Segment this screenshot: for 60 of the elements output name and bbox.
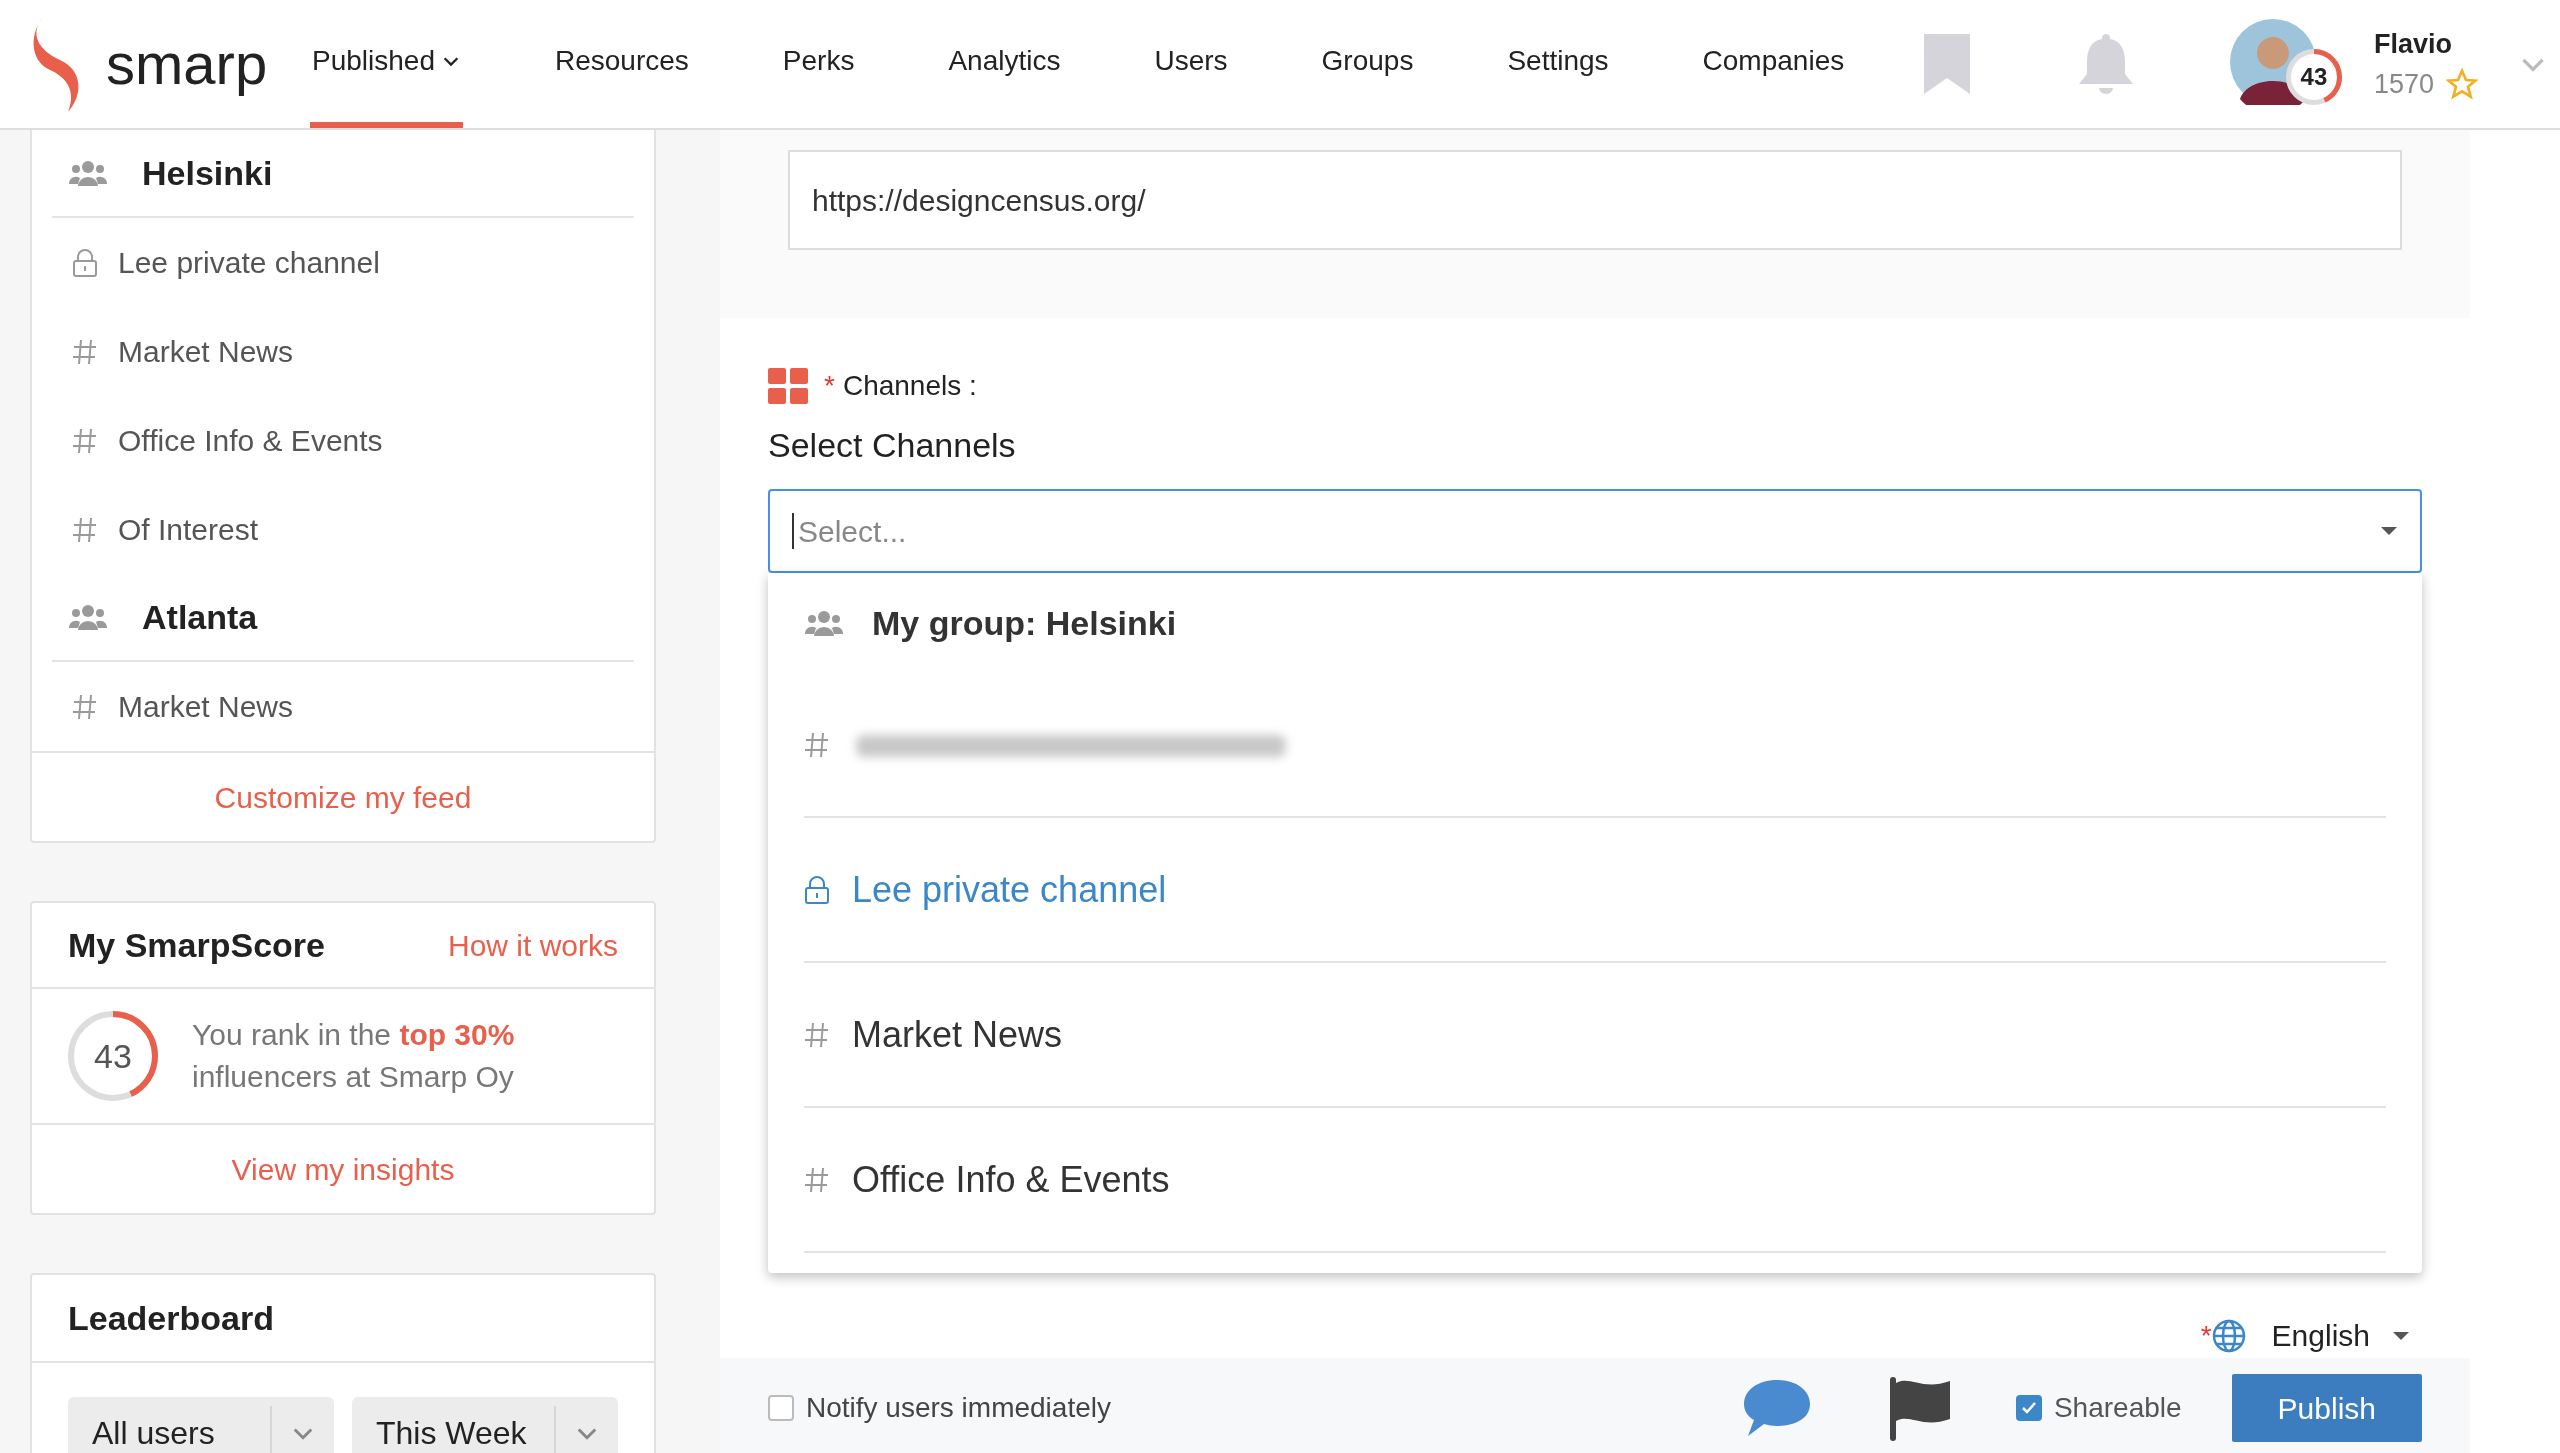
nav-tab[interactable]: Perks <box>780 0 857 128</box>
channel-select[interactable]: Select... <box>768 489 2422 573</box>
filter-dropdown[interactable]: This Week <box>352 1397 618 1453</box>
hash-icon <box>72 692 98 721</box>
user-points: 1570 <box>2373 68 2434 101</box>
speech-bubble-icon[interactable] <box>1741 1378 1812 1438</box>
channel-name[interactable]: Market News <box>118 329 294 374</box>
filter-dropdown[interactable]: All users <box>68 1397 334 1453</box>
checkbox-label: Shareable <box>2053 1391 2182 1425</box>
language-dropdown[interactable]: English <box>2271 1313 2410 1358</box>
channel-name[interactable]: Market News <box>118 684 294 729</box>
hash-icon <box>72 515 98 544</box>
globe-icon <box>2211 1318 2246 1353</box>
nav-tab[interactable]: Resources <box>553 0 691 128</box>
grid-icon <box>768 368 808 404</box>
channel-option[interactable]: Market News <box>852 1007 1063 1062</box>
flag-icon[interactable] <box>1887 1375 1952 1441</box>
score-ring <box>2285 49 2342 105</box>
select-label: Select Channels <box>768 425 1017 466</box>
lock-icon <box>804 874 830 905</box>
select-placeholder: Select... <box>798 513 908 550</box>
hash-icon <box>72 426 98 455</box>
caret-icon <box>2380 526 2398 536</box>
group-name[interactable]: Atlanta <box>142 591 258 643</box>
card-title: My SmarpScore <box>68 924 325 966</box>
user-name: Flavio <box>2373 27 2453 61</box>
hash-icon <box>804 1165 830 1194</box>
channel-name[interactable]: Of Interest <box>118 507 259 552</box>
hash-icon <box>804 1020 830 1049</box>
channel-name[interactable]: Office Info & Events <box>118 418 383 463</box>
option-group-label: My group: Helsinki <box>872 602 1177 644</box>
channel-name[interactable]: Lee private channel <box>118 240 380 285</box>
users-icon <box>68 604 108 630</box>
channel-option[interactable]: Lee private channel <box>852 862 1167 917</box>
channel-option[interactable]: Office Info & Events <box>852 1152 1170 1207</box>
caret-icon <box>2392 1330 2410 1341</box>
publish-button[interactable]: Publish <box>2231 1374 2422 1442</box>
nav-tab[interactable]: Analytics <box>946 0 1063 128</box>
hash-icon <box>72 337 98 366</box>
users-icon <box>68 160 108 186</box>
nav-tab[interactable]: Groups <box>1319 0 1416 128</box>
nav-tab[interactable]: Users <box>1152 0 1230 128</box>
notify-checkbox[interactable] <box>768 1395 794 1421</box>
required-mark: * <box>2200 1318 2212 1353</box>
url-field[interactable]: https://designcensus.org/ <box>788 150 2402 250</box>
nav-tab[interactable]: Companies <box>1700 0 1847 128</box>
nav-tab[interactable]: Settings <box>1505 0 1611 128</box>
group-name[interactable]: Helsinki <box>142 147 273 199</box>
users-icon <box>804 610 844 636</box>
field-label: Channels : <box>842 369 977 403</box>
card-title: Leaderboard <box>68 1297 274 1339</box>
lock-icon <box>72 247 98 278</box>
required-mark: * <box>824 369 835 403</box>
score-value: 43 <box>2300 65 2328 89</box>
shareable-checkbox[interactable] <box>2015 1395 2042 1421</box>
rank-text: You rank in the top 30% influencers at Smarp Oy <box>192 1017 516 1095</box>
hash-icon <box>804 730 830 759</box>
star-icon <box>2446 68 2478 101</box>
checkbox-label: Notify users immediately <box>806 1391 1111 1425</box>
score-value: 43 <box>94 1039 132 1073</box>
